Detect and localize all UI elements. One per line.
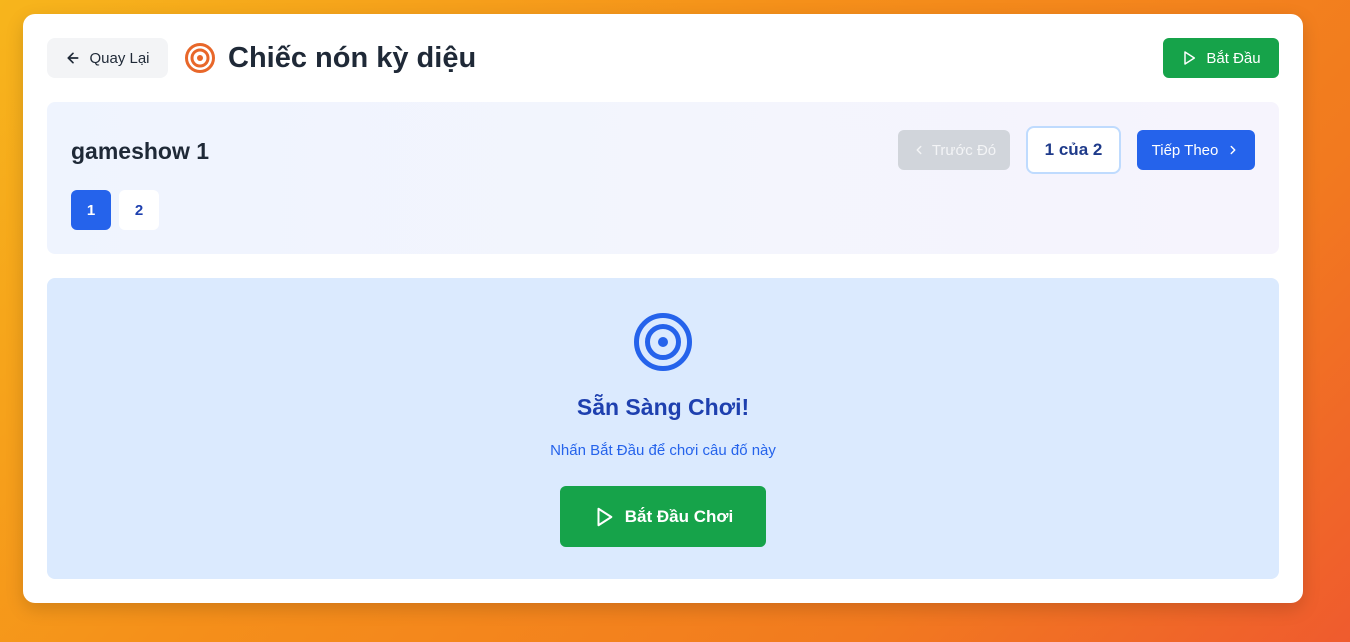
ready-panel: Sẵn Sàng Chơi! Nhấn Bắt Đầu để chơi câu … <box>47 278 1279 579</box>
question-button-2[interactable]: 2 <box>119 190 159 230</box>
start-button-label: Bắt Đầu <box>1206 49 1261 67</box>
previous-button-label: Trước Đó <box>931 141 997 159</box>
back-button-label: Quay Lại <box>89 49 150 67</box>
ready-subtitle: Nhấn Bắt Đầu để chơi câu đố này <box>550 442 776 459</box>
page-indicator: 1 của 2 <box>1026 126 1121 174</box>
start-play-button[interactable]: Bắt Đầu Chơi <box>560 486 766 547</box>
next-button-label: Tiếp Theo <box>1151 141 1219 159</box>
target-icon <box>185 43 215 73</box>
back-button[interactable]: Quay Lại <box>47 38 168 78</box>
chevron-right-icon <box>1230 145 1236 155</box>
question-button-1[interactable]: 1 <box>71 190 111 230</box>
arrow-left-icon <box>67 52 79 64</box>
ready-title: Sẵn Sàng Chơi! <box>576 394 750 420</box>
target-icon <box>634 313 692 371</box>
page-title: Chiếc nón kỳ diệu <box>228 42 477 74</box>
quiz-panel: gameshow 1 1 2 Trước Đó 1 của 2 Tiếp The… <box>47 102 1279 254</box>
start-button[interactable]: Bắt Đầu <box>1163 38 1279 78</box>
chevron-left-icon <box>916 145 922 155</box>
previous-button[interactable]: Trước Đó <box>898 130 1010 170</box>
start-play-button-label: Bắt Đầu Chơi <box>624 506 734 526</box>
main-card: Quay Lại Chiếc nón kỳ diệu Bắt Đầu games… <box>23 14 1303 603</box>
quiz-name: gameshow 1 <box>71 138 210 164</box>
play-icon <box>597 507 613 526</box>
next-button[interactable]: Tiếp Theo <box>1137 130 1255 170</box>
play-icon <box>1184 51 1196 65</box>
